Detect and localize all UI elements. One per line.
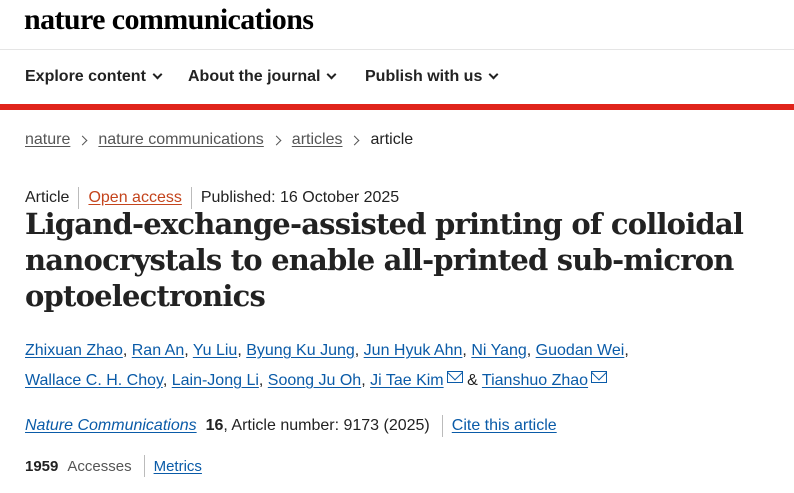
volume: 16 [205, 417, 224, 434]
author-link[interactable]: Wallace C. H. Choy [25, 372, 163, 389]
author-link[interactable]: Ni Yang [471, 342, 526, 359]
nav-label: Publish with us [365, 68, 483, 85]
nav-publish-with-us[interactable]: Publish with us [365, 68, 499, 86]
author-separator: , [162, 372, 168, 389]
author-link[interactable]: Yu Liu [193, 342, 237, 359]
header-accent-rule [0, 104, 794, 110]
accesses-label: Accesses [67, 457, 132, 475]
nav-explore-content[interactable]: Explore content [25, 68, 163, 86]
journal-link[interactable]: Nature Communications [25, 417, 197, 435]
citation-line: Nature Communications 16 , Article numbe… [25, 415, 557, 437]
chevron-down-icon [152, 69, 163, 80]
author-link[interactable]: Soong Ju Oh [268, 372, 361, 389]
article-number: , Article number: 9173 (2025) [223, 417, 430, 434]
author-link[interactable]: Tianshuo Zhao [482, 372, 588, 389]
breadcrumb-nature[interactable]: nature [25, 131, 70, 149]
author-separator: , [462, 342, 467, 359]
chevron-down-icon [488, 69, 499, 80]
article-title: Ligand-exchange-assisted printing of col… [25, 207, 744, 313]
author-separator: , [122, 342, 128, 359]
chevron-right-icon [350, 135, 360, 145]
chevron-right-icon [77, 135, 88, 145]
author-separator: , [526, 342, 532, 359]
author-separator: , [361, 372, 366, 389]
author-separator: , [184, 342, 189, 359]
author-separator: , [237, 342, 242, 359]
breadcrumb-nature-communications[interactable]: nature communications [98, 131, 263, 149]
article-type: Article [25, 189, 70, 206]
nav-about-journal[interactable]: About the journal [188, 68, 337, 86]
author-link[interactable]: Lain-Jong Li [172, 372, 259, 389]
nav-label: Explore content [25, 68, 146, 85]
author-and: & [467, 372, 478, 389]
cite-article-link[interactable]: Cite this article [452, 417, 557, 435]
site-header: nature communications [0, 0, 794, 50]
author-separator: , [624, 342, 629, 359]
metrics-line: 1959 Accesses Metrics [25, 455, 202, 477]
divider [143, 455, 145, 477]
chevron-down-icon [326, 69, 337, 80]
author-separator: , [258, 372, 264, 389]
site-logo[interactable]: nature communications [24, 3, 314, 37]
author-link[interactable]: Zhixuan Zhao [25, 342, 123, 359]
author-link[interactable]: Ran An [132, 342, 184, 359]
published-date: Published: 16 October 2025 [200, 189, 400, 206]
author-link[interactable]: Byung Ku Jung [246, 342, 355, 359]
author-separator: , [354, 342, 360, 359]
divider [441, 415, 443, 437]
breadcrumb-current: article [370, 131, 414, 148]
email-icon[interactable] [591, 371, 608, 383]
author-link[interactable]: Guodan Wei [536, 342, 625, 359]
open-access-link[interactable]: Open access [88, 189, 181, 207]
author-link[interactable]: Ji Tae Kim [370, 372, 444, 389]
main-nav: Explore content About the journal Publis… [0, 51, 794, 104]
author-list: Zhixuan Zhao, Ran An, Yu Liu, Byung Ku J… [25, 336, 770, 396]
author-link[interactable]: Jun Hyuk Ahn [364, 342, 463, 359]
breadcrumb-articles[interactable]: articles [292, 131, 343, 149]
breadcrumb: nature nature communications articles ar… [25, 131, 413, 149]
nav-label: About the journal [188, 68, 321, 85]
accesses-count: 1959 [25, 457, 59, 475]
chevron-right-icon [271, 135, 282, 145]
metrics-link[interactable]: Metrics [154, 458, 202, 475]
email-icon[interactable] [446, 371, 463, 383]
